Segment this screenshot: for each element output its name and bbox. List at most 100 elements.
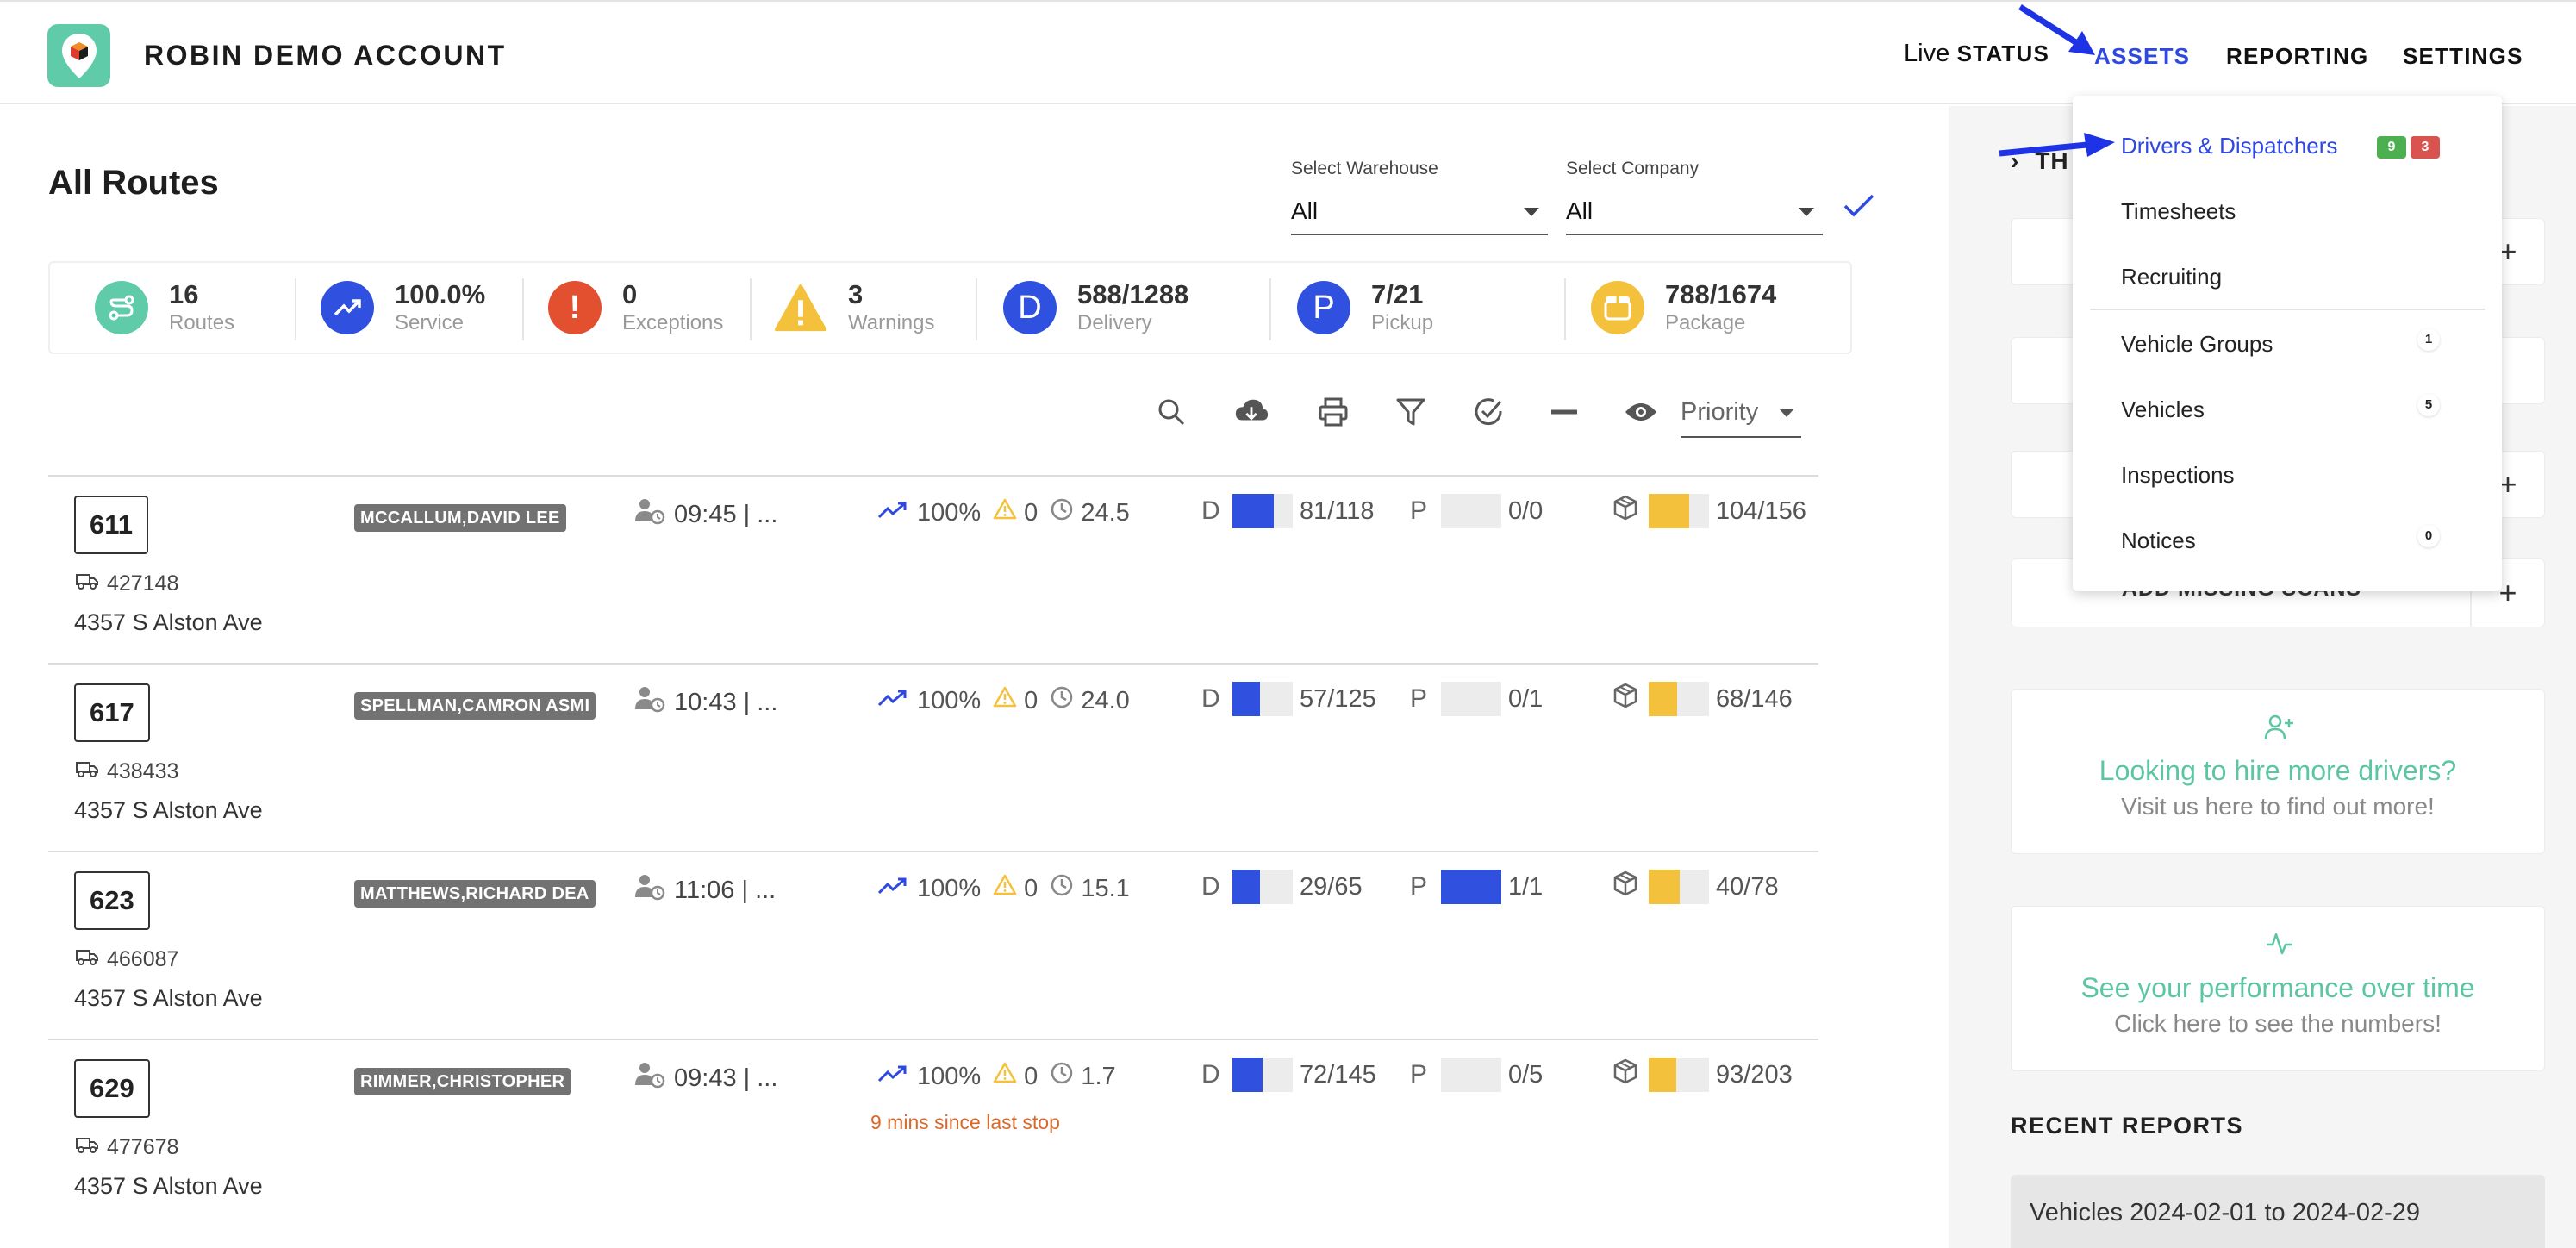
menu-item-vehicles[interactable]: Vehicles <box>2121 396 2205 423</box>
app-logo[interactable] <box>47 24 110 87</box>
hire-drivers-card[interactable]: Looking to hire more drivers? Visit us h… <box>2011 689 2545 854</box>
driver-name-badge[interactable]: MATTHEWS,RICHARD DEA <box>354 880 596 908</box>
route-row[interactable]: 617 438433 4357 S Alston Ave SPELLMAN,CAMRO… <box>48 663 1818 851</box>
package-progress: 93/203 <box>1612 1058 1793 1092</box>
pickup-count: 0/0 <box>1508 496 1544 525</box>
pickup-bar <box>1441 682 1501 716</box>
stat-value: 16 <box>169 279 199 309</box>
vehicle-id: 466087 <box>107 947 179 971</box>
company-select[interactable]: All <box>1566 187 1823 235</box>
route-number-button[interactable]: 623 <box>74 871 150 930</box>
nav-assets[interactable]: ASSETS <box>2094 43 2190 70</box>
menu-item-recruiting[interactable]: Recruiting <box>2121 264 2222 290</box>
route-row[interactable]: 629 477678 4357 S Alston Ave RIMMER,CHRISTO… <box>48 1039 1818 1226</box>
stat-label: Routes <box>169 311 235 334</box>
stat-delivery[interactable]: D 588/1288 Delivery <box>1003 263 1188 353</box>
route-number-button[interactable]: 611 <box>74 496 149 554</box>
stat-service[interactable]: 100.0% Service <box>321 263 485 353</box>
performance-subtitle: Click here to see the numbers! <box>2114 1010 2442 1037</box>
performance-card[interactable]: See your performance over time Click her… <box>2011 906 2545 1071</box>
stat-pickup[interactable]: P 7/21 Pickup <box>1297 263 1433 353</box>
trending-up-icon <box>877 875 908 903</box>
truck-icon <box>76 947 107 972</box>
stat-value: 3 <box>848 279 864 309</box>
eye-icon[interactable] <box>1624 395 1658 429</box>
divider <box>1564 278 1566 340</box>
annotation-arrow-icon <box>2018 4 2095 55</box>
delivery-bar-fill <box>1232 870 1260 904</box>
delivery-bar-fill <box>1232 682 1260 716</box>
warehouse-select[interactable]: All <box>1291 187 1548 235</box>
route-start: 10:43 | ... <box>634 685 777 720</box>
stat-exceptions[interactable]: ! 0 Exceptions <box>548 263 723 353</box>
route-start: 11:06 | ... <box>634 873 776 908</box>
package-count: 68/146 <box>1716 684 1793 713</box>
cloud-download-icon[interactable] <box>1234 395 1269 429</box>
assets-dropdown-menu: Drivers & Dispatchers 9 3 Timesheets Rec… <box>2073 96 2502 591</box>
apply-filter-button[interactable] <box>1843 193 1875 223</box>
notices-count: 0 <box>2417 525 2440 547</box>
package-bar <box>1649 1058 1709 1092</box>
route-vehicle: 477678 <box>76 1135 178 1160</box>
pickup-progress: P 0/0 <box>1410 494 1543 528</box>
delivery-bar <box>1232 1058 1293 1092</box>
search-icon[interactable] <box>1154 395 1188 429</box>
delivery-label: D <box>1201 1060 1220 1089</box>
delivery-label: D <box>1201 684 1220 713</box>
chevron-down-icon <box>1524 208 1539 216</box>
driver-name-badge[interactable]: RIMMER,CHRISTOPHER <box>354 1068 571 1095</box>
stat-label: Warnings <box>848 311 935 334</box>
account-name: ROBIN DEMO ACCOUNT <box>144 40 507 71</box>
route-row[interactable]: 623 466087 4357 S Alston Ave MATTHEWS,RICHA… <box>48 851 1818 1039</box>
sort-priority-select[interactable]: Priority <box>1681 395 1801 438</box>
stat-value: 100.0% <box>395 279 486 309</box>
menu-item-drivers-dispatchers[interactable]: Drivers & Dispatchers <box>2121 133 2337 159</box>
route-row[interactable]: 611 427148 4357 S Alston Ave MCCALLUM,DAVID… <box>48 475 1818 663</box>
trending-up-icon <box>877 1063 908 1091</box>
service-percent: 100% <box>917 1062 982 1090</box>
recent-report-item[interactable]: Vehicles 2024-02-01 to 2024-02-29 <box>2011 1175 2545 1248</box>
pickup-progress: P 0/1 <box>1410 682 1543 716</box>
driver-name-badge[interactable]: SPELLMAN,CAMRON ASMI <box>354 692 596 720</box>
package-bar <box>1649 870 1709 904</box>
stat-package[interactable]: 788/1674 Package <box>1591 263 1776 353</box>
menu-item-inspections[interactable]: Inspections <box>2121 462 2235 489</box>
vehicle-id: 477678 <box>107 1135 179 1159</box>
pickup-progress: P 0/5 <box>1410 1058 1543 1092</box>
driver-name-badge[interactable]: MCCALLUM,DAVID LEE <box>354 504 566 532</box>
trending-up-icon <box>321 281 374 334</box>
pickup-bar-fill <box>1441 870 1501 904</box>
activity-icon <box>2265 931 2294 961</box>
menu-item-vehicle-groups[interactable]: Vehicle Groups <box>2121 331 2273 358</box>
package-icon <box>1612 683 1638 715</box>
package-icon <box>1591 281 1644 334</box>
nav-reporting[interactable]: REPORTING <box>2226 43 2368 70</box>
delivery-progress: D 57/125 <box>1201 682 1376 716</box>
route-number-button[interactable]: 617 <box>74 683 150 742</box>
route-address: 4357 S Alston Ave <box>74 985 263 1011</box>
delivery-progress: D 72/145 <box>1201 1058 1376 1092</box>
delivery-bar-fill <box>1232 494 1274 528</box>
stat-warnings[interactable]: 3 Warnings <box>774 263 934 353</box>
menu-divider <box>2090 309 2485 310</box>
printer-icon[interactable] <box>1316 395 1350 429</box>
route-number-button[interactable]: 629 <box>74 1059 150 1118</box>
minus-icon[interactable] <box>1547 395 1581 429</box>
sort-priority-value: Priority <box>1681 398 1759 426</box>
menu-item-timesheets[interactable]: Timesheets <box>2121 198 2236 225</box>
warehouse-label: Select Warehouse <box>1291 159 1438 178</box>
package-bar-fill <box>1649 682 1677 716</box>
check-circle-icon[interactable] <box>1471 395 1506 429</box>
route-start: 09:45 | ... <box>634 497 777 532</box>
service-percent: 100% <box>917 686 982 714</box>
user-clock-icon <box>634 1061 674 1095</box>
stat-label: Delivery <box>1077 311 1152 334</box>
since-last-stop-alert: 9 mins since last stop <box>870 1111 1060 1133</box>
menu-item-notices[interactable]: Notices <box>2121 527 2196 554</box>
filter-icon[interactable] <box>1394 395 1428 429</box>
exclamation-icon: ! <box>548 281 602 334</box>
stat-label: Exceptions <box>622 311 724 334</box>
stat-routes[interactable]: 16 Routes <box>95 263 234 353</box>
trending-up-icon <box>877 687 908 715</box>
nav-settings[interactable]: SETTINGS <box>2403 43 2523 70</box>
